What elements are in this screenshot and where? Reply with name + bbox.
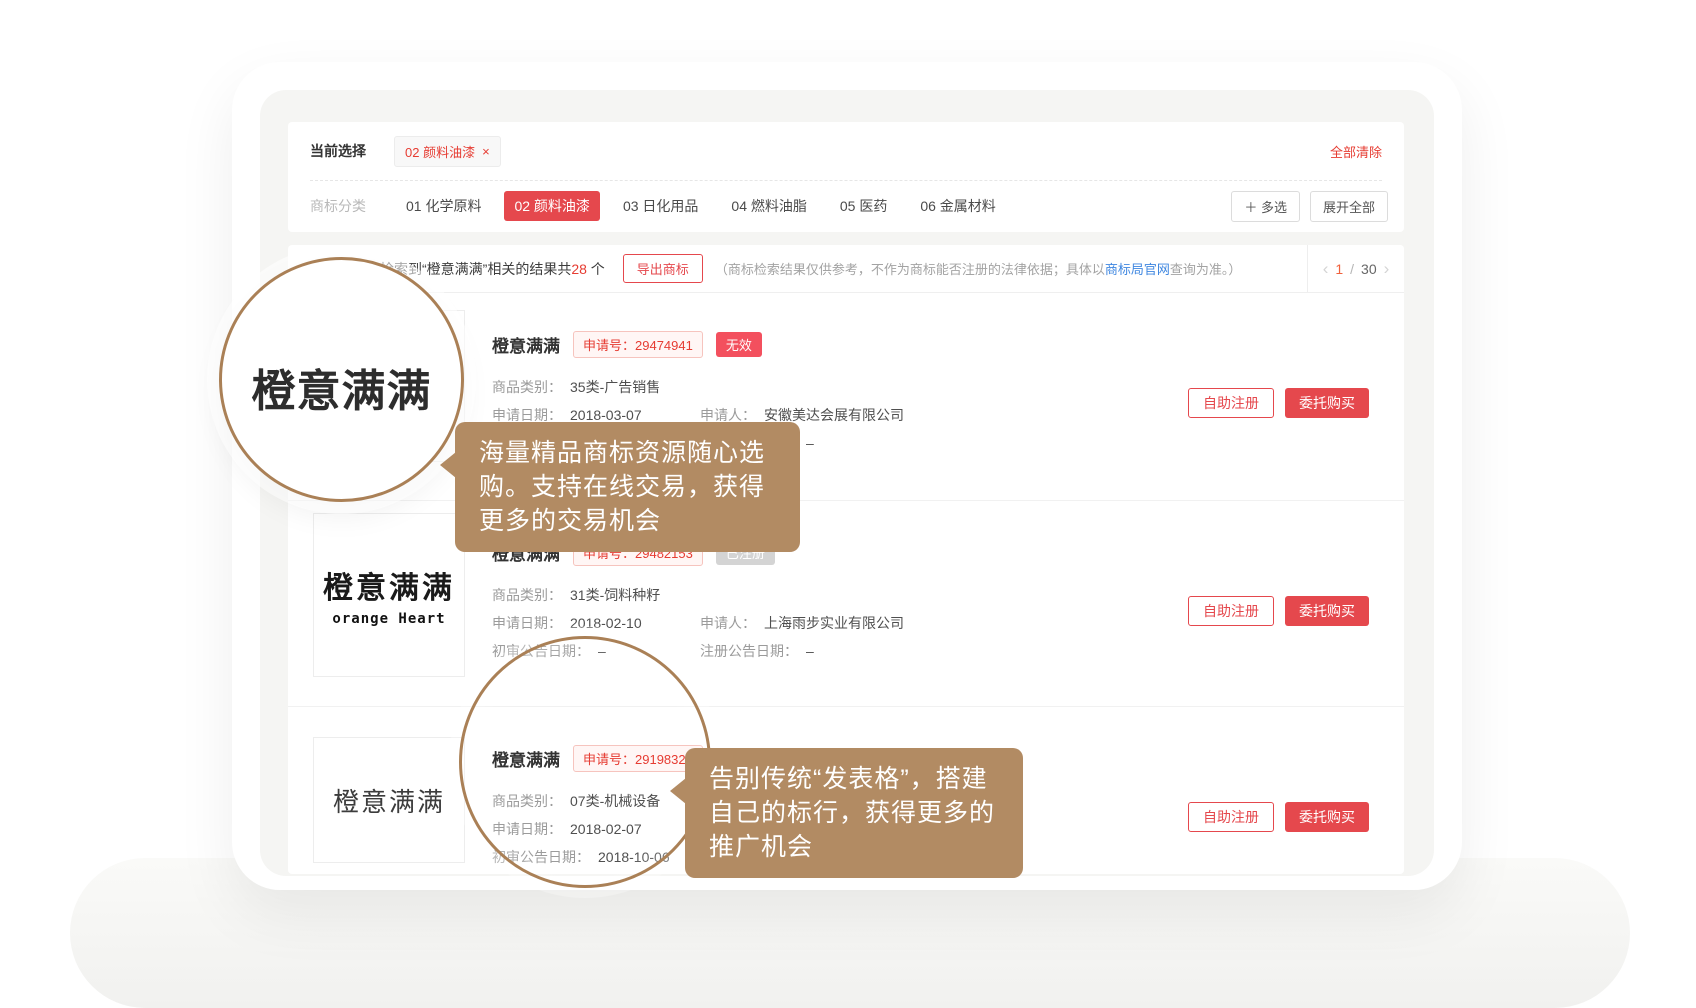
- selected-filter-tag-label: 02 颜料油漆: [405, 142, 475, 161]
- reg-pub-value: –: [806, 435, 814, 451]
- reg-pub-field: 注册公告日期：–: [700, 641, 814, 661]
- disclaimer-text-right: 查询为准。）: [1170, 262, 1242, 277]
- trademark-title-line: 橙意满满 申请号：29474941 无效: [492, 331, 762, 358]
- tooltip-arrow-left-icon: [670, 778, 686, 804]
- row-actions: 自助注册 委托购买: [1188, 596, 1369, 626]
- row-actions: 自助注册 委托购买: [1188, 388, 1369, 418]
- category-field-label: 商品类别：: [492, 587, 562, 603]
- apply-date-value: 2018-03-07: [570, 407, 642, 423]
- reg-pub-value: –: [806, 643, 814, 659]
- prev-page-icon[interactable]: ‹: [1323, 259, 1329, 279]
- filter-panel: 当前选择 02 颜料油漆 × 全部清除 商标分类 01 化学原料 02 颜料油漆…: [288, 122, 1404, 232]
- magnified-trademark-logo: 橙意满满: [252, 355, 432, 419]
- current-page: 1: [1335, 261, 1343, 277]
- reg-pub-label: 注册公告日期：: [700, 643, 798, 659]
- applicant-label: 申请人：: [700, 407, 756, 423]
- trademark-logo-text: 橙意满满: [323, 563, 455, 607]
- results-count: 28: [571, 261, 587, 277]
- applicant-value: 上海雨步实业有限公司: [764, 615, 904, 631]
- tooltip-marketplace: 海量精品商标资源随心选购。支持在线交易，获得更多的交易机会: [455, 422, 800, 552]
- trademark-image-2: 橙意满满 orange Heart: [313, 513, 465, 677]
- results-header: 当前分类下检索到“橙意满满”相关的结果共28 个 导出商标 （商标检索结果仅供参…: [288, 245, 1404, 293]
- expand-all-button[interactable]: 展开全部: [1310, 191, 1388, 222]
- application-number-value: 29474941: [635, 338, 693, 353]
- magnifier-circle-bottom: [459, 636, 711, 888]
- apply-date-line: 申请日期：2018-02-10申请人：上海雨步实业有限公司: [492, 613, 642, 633]
- application-number-label: 申请号：: [583, 338, 635, 353]
- category-field-label: 商品类别：: [492, 379, 562, 395]
- self-register-button[interactable]: 自助注册: [1188, 596, 1274, 626]
- trademark-logo-subtext: orange Heart: [332, 611, 445, 627]
- category-field-value: 35类-广告销售: [570, 379, 660, 395]
- selected-filter-tag[interactable]: 02 颜料油漆 ×: [394, 136, 501, 167]
- category-item-05[interactable]: 05 医药: [830, 191, 897, 221]
- tooltip-marketplace-text: 海量精品商标资源随心选购。支持在线交易，获得更多的交易机会: [479, 439, 765, 535]
- self-register-button[interactable]: 自助注册: [1188, 802, 1274, 832]
- apply-date-label: 申请日期：: [492, 615, 562, 631]
- applicant-value: 安徽美达会展有限公司: [764, 407, 904, 423]
- total-pages: 30: [1361, 261, 1377, 277]
- category-item-03[interactable]: 03 日化用品: [613, 191, 708, 221]
- category-label: 商标分类: [310, 196, 366, 216]
- applicant-field: 申请人： 上海雨步实业有限公司: [700, 613, 904, 633]
- trademark-logo-text: 橙意满满: [333, 782, 445, 819]
- remove-filter-icon[interactable]: ×: [482, 144, 490, 159]
- trademark-name[interactable]: 橙意满满: [492, 332, 560, 357]
- results-disclaimer: （商标检索结果仅供参考，不作为商标能否注册的法律依据；具体以商标局官网查询为准。…: [715, 259, 1242, 278]
- export-trademark-button[interactable]: 导出商标: [623, 254, 703, 283]
- category-field-value: 31类-饲料种籽: [570, 587, 660, 603]
- multi-select-button[interactable]: ＋ 多选: [1231, 191, 1300, 222]
- current-selection-label: 当前选择: [310, 141, 366, 161]
- page-separator: /: [1350, 261, 1354, 277]
- status-badge-invalid: 无效: [716, 332, 762, 357]
- application-number-pill: 申请号：29474941: [573, 331, 703, 358]
- tooltip-promotion: 告别传统“发表格”，搭建自己的标行，获得更多的推广机会: [685, 748, 1023, 878]
- disclaimer-text-left: （商标检索结果仅供参考，不作为商标能否注册的法律依据；具体以: [715, 262, 1105, 277]
- entrust-buy-button[interactable]: 委托购买: [1285, 802, 1369, 832]
- applicant-label: 申请人：: [700, 615, 756, 631]
- category-line: 商品类别： 35类-广告销售: [492, 377, 660, 397]
- pagination: ‹ 1 / 30 ›: [1307, 245, 1404, 292]
- results-summary-suffix: 个: [587, 261, 605, 277]
- apply-date-value: 2018-02-10: [570, 615, 642, 631]
- clear-all-button[interactable]: 全部清除: [1330, 142, 1382, 161]
- tooltip-arrow-left-icon: [440, 452, 456, 478]
- apply-date-label: 申请日期：: [492, 407, 562, 423]
- category-row: 商标分类 01 化学原料 02 颜料油漆 03 日化用品 04 燃料油脂 05 …: [310, 180, 1388, 232]
- next-page-icon[interactable]: ›: [1384, 259, 1390, 279]
- category-item-02-selected[interactable]: 02 颜料油漆: [504, 191, 599, 221]
- category-item-06[interactable]: 06 金属材料: [910, 191, 1005, 221]
- self-register-button[interactable]: 自助注册: [1188, 388, 1274, 418]
- category-item-01[interactable]: 01 化学原料: [396, 191, 491, 221]
- trademark-image-3: 橙意满满: [313, 737, 465, 863]
- row-actions: 自助注册 委托购买: [1188, 802, 1369, 832]
- magnifier-circle-top: 橙意满满: [219, 257, 464, 502]
- tooltip-promotion-text: 告别传统“发表格”，搭建自己的标行，获得更多的推广机会: [709, 765, 995, 861]
- trademark-office-link[interactable]: 商标局官网: [1105, 262, 1170, 277]
- category-item-04[interactable]: 04 燃料油脂: [721, 191, 816, 221]
- category-line: 商品类别： 31类-饲料种籽: [492, 585, 660, 605]
- current-selection-row: 当前选择 02 颜料油漆 × 全部清除: [310, 122, 1382, 181]
- entrust-buy-button[interactable]: 委托购买: [1285, 596, 1369, 626]
- entrust-buy-button[interactable]: 委托购买: [1285, 388, 1369, 418]
